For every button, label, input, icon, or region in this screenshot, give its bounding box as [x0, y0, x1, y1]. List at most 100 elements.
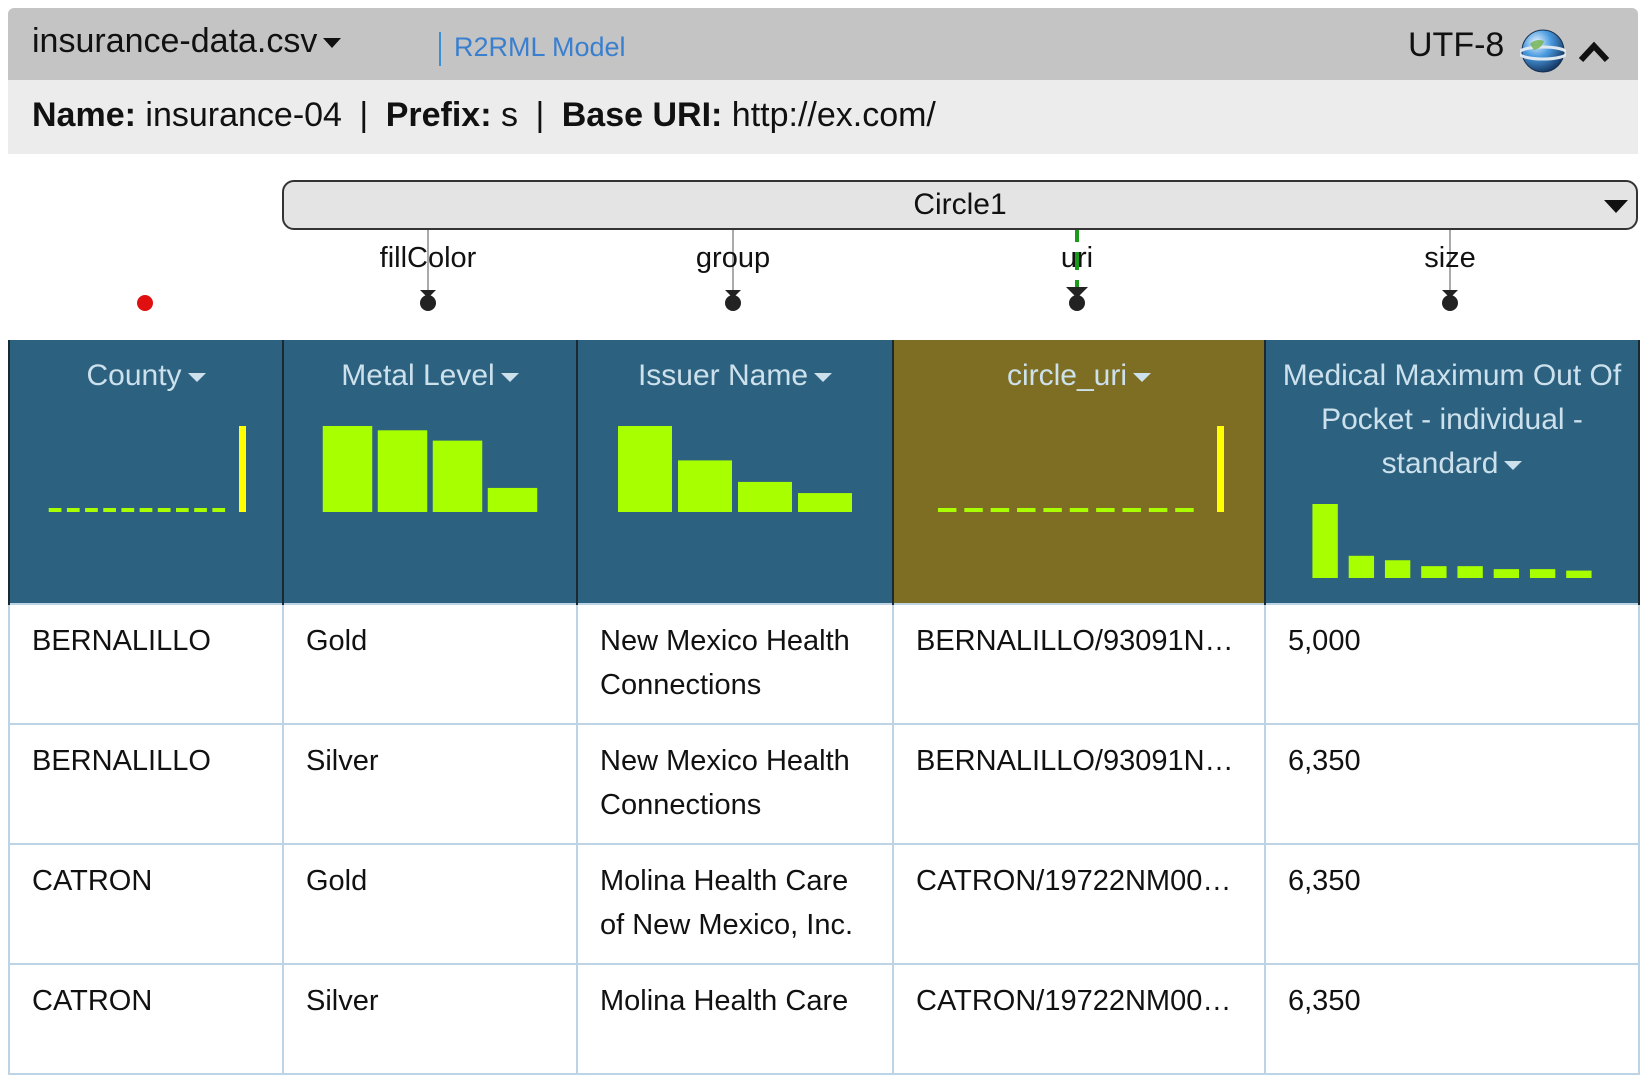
column-header-metal-level[interactable]: Metal Level: [282, 340, 578, 604]
histogram-bar: [212, 508, 226, 512]
chevron-down-icon[interactable]: [187, 372, 206, 382]
globe-icon[interactable]: [1520, 28, 1566, 74]
histogram-bar: [738, 481, 792, 512]
property-size[interactable]: size: [1424, 242, 1476, 275]
data-table: County Metal Level Issuer Name circle_ur…: [8, 340, 1640, 1075]
table-header-row: County Metal Level Issuer Name circle_ur…: [8, 340, 1640, 604]
table-row: BERNALILLO Silver New Mexico Health Conn…: [8, 723, 1640, 845]
chevron-down-icon[interactable]: [1604, 200, 1628, 213]
property-uri[interactable]: uri: [1061, 242, 1093, 275]
table-cell[interactable]: New Mexico Health Connections: [576, 723, 894, 845]
histogram-bar: [194, 508, 207, 512]
table-cell[interactable]: 6,350: [1264, 963, 1640, 1075]
histogram-bar: [1529, 569, 1556, 578]
column-header-label[interactable]: County: [86, 359, 181, 392]
chevron-down-icon[interactable]: [500, 372, 519, 382]
table-cell[interactable]: CATRON/19722NM00…: [892, 963, 1266, 1075]
encoding-selector[interactable]: UTF-8: [1408, 26, 1504, 65]
chevron-down-icon[interactable]: [1133, 372, 1152, 382]
histogram-bar: [48, 508, 62, 512]
prefix-label: Prefix:: [385, 96, 492, 134]
column-histogram: [1312, 504, 1592, 578]
table-cell[interactable]: CATRON: [8, 963, 284, 1075]
name-value[interactable]: insurance-04: [145, 96, 342, 134]
table-cell[interactable]: 6,350: [1264, 843, 1640, 965]
table-cell[interactable]: Silver: [282, 723, 578, 845]
column-histogram: [48, 426, 246, 512]
table-cell[interactable]: BERNALILLO/93091N…: [892, 603, 1266, 725]
column-header-label[interactable]: Metal Level: [341, 359, 494, 392]
column-header-label[interactable]: Issuer Name: [638, 359, 808, 392]
table-cell[interactable]: New Mexico Health Connections: [576, 603, 894, 725]
column-header-label[interactable]: Medical Maximum Out Of Pocket - individu…: [1283, 359, 1621, 480]
histogram-bar: [1217, 426, 1224, 512]
column-header-circle-uri[interactable]: circle_uri: [892, 340, 1266, 604]
r2rml-model-link[interactable]: R2RML Model: [454, 32, 626, 63]
semantic-model-area: Circle1 fillColor group uri size: [0, 170, 1646, 340]
histogram-bar: [377, 430, 428, 512]
histogram-bar: [1312, 504, 1338, 578]
table-cell[interactable]: CATRON/19722NM00…: [892, 843, 1266, 965]
worksheet-name-menu[interactable]: insurance-data.csv: [32, 22, 342, 61]
histogram-bar: [85, 508, 98, 512]
column-header-issuer-name[interactable]: Issuer Name: [576, 340, 894, 604]
table-cell[interactable]: BERNALILLO/93091N…: [892, 723, 1266, 845]
histogram-bar: [1493, 569, 1520, 578]
histogram-bar: [487, 487, 538, 512]
histogram-bar: [66, 508, 80, 512]
worksheet-name: insurance-data.csv: [32, 22, 318, 60]
histogram-bar: [1096, 508, 1115, 512]
histogram-bar: [1348, 555, 1375, 578]
chevron-down-icon[interactable]: [1504, 460, 1523, 470]
table-cell[interactable]: 5,000: [1264, 603, 1640, 725]
histogram-bar: [1043, 508, 1062, 512]
histogram-bar: [1148, 508, 1168, 512]
table-cell[interactable]: BERNALILLO: [8, 603, 284, 725]
histogram-bar: [937, 508, 957, 512]
histogram-bar: [157, 508, 171, 512]
histogram-bar: [139, 508, 153, 512]
histogram-bar: [1421, 566, 1447, 578]
table-cell[interactable]: BERNALILLO: [8, 723, 284, 845]
table-cell[interactable]: Gold: [282, 843, 578, 965]
class-node-label: Circle1: [913, 188, 1007, 221]
table-cell[interactable]: Gold: [282, 603, 578, 725]
table-cell[interactable]: Molina Health Care: [576, 963, 894, 1075]
column-header-label[interactable]: circle_uri: [1007, 359, 1127, 392]
table-row: CATRON Silver Molina Health Care CATRON/…: [8, 963, 1640, 1075]
histogram-bar: [1566, 570, 1592, 578]
separator: |: [359, 96, 369, 134]
histogram-bar: [121, 508, 135, 512]
prefix-value[interactable]: s: [501, 96, 518, 134]
column-header-county[interactable]: County: [8, 340, 284, 604]
column-histogram: [322, 426, 538, 512]
column-histogram: [618, 426, 852, 512]
histogram-bar: [1175, 508, 1194, 512]
histogram-bar: [618, 426, 672, 512]
histogram-bar: [1457, 566, 1483, 578]
name-label: Name:: [32, 96, 136, 134]
base-uri-value[interactable]: http://ex.com/: [732, 96, 936, 134]
table-cell[interactable]: Molina Health Care of New Mexico, Inc.: [576, 843, 894, 965]
chevron-up-icon[interactable]: [1576, 36, 1612, 66]
chevron-down-icon: [323, 38, 342, 49]
base-uri-label: Base URI:: [561, 96, 723, 134]
table-cell[interactable]: CATRON: [8, 843, 284, 965]
histogram-bar: [990, 508, 1010, 512]
histogram-bar: [432, 440, 483, 512]
histogram-bar: [176, 508, 189, 512]
column-header-medical-max-oop[interactable]: Medical Maximum Out Of Pocket - individu…: [1264, 340, 1640, 604]
column-histogram: [937, 426, 1224, 512]
histogram-bar: [798, 493, 852, 512]
chevron-down-icon[interactable]: [814, 372, 833, 382]
property-fillcolor[interactable]: fillColor: [380, 242, 477, 275]
histogram-bar: [239, 426, 246, 512]
table-cell[interactable]: Silver: [282, 963, 578, 1075]
table-row: CATRON Gold Molina Health Care of New Me…: [8, 843, 1640, 965]
histogram-bar: [103, 508, 116, 512]
histogram-bar: [1384, 560, 1411, 578]
worksheet-properties-bar: Name: insurance-04 | Prefix: s | Base UR…: [8, 80, 1638, 154]
table-cell[interactable]: 6,350: [1264, 723, 1640, 845]
class-node-circle1[interactable]: Circle1: [282, 180, 1638, 230]
property-group[interactable]: group: [696, 242, 770, 275]
